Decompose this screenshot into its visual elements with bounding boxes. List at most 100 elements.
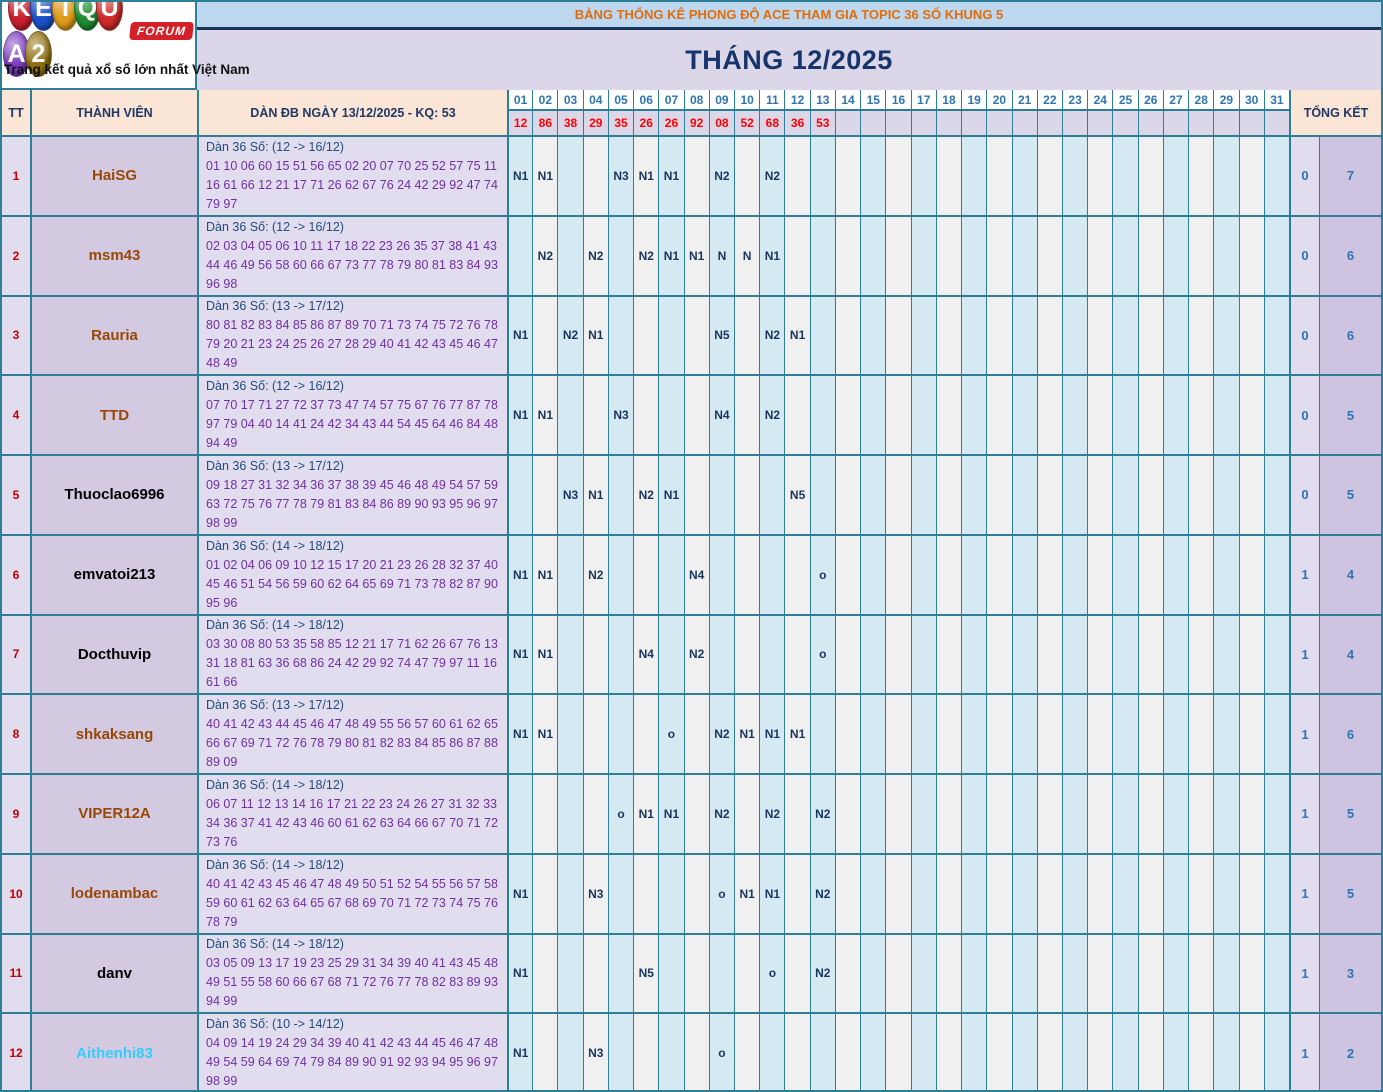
mark-day-08: N1	[683, 214, 709, 295]
mark-day-06	[633, 852, 659, 933]
mark-day-04	[582, 374, 608, 454]
total-win-count: 5	[1319, 454, 1381, 534]
mark-day-27	[1162, 773, 1189, 853]
mark-day-03: N3	[557, 454, 583, 534]
day-number: 25	[1113, 90, 1138, 111]
mark-day-19	[961, 1012, 987, 1090]
mark-day-27	[1162, 1012, 1189, 1090]
row-index: 8	[2, 693, 30, 773]
mark-day-26	[1137, 852, 1163, 933]
mark-day-09: o	[708, 852, 735, 933]
mark-day-18	[935, 613, 962, 694]
mark-day-02: N1	[532, 135, 558, 215]
day-number: 15	[861, 90, 886, 111]
mark-day-29	[1213, 135, 1239, 215]
day-number: 16	[886, 90, 911, 111]
mark-day-01: N1	[507, 932, 533, 1013]
mark-day-18	[935, 852, 962, 933]
mark-day-25	[1112, 374, 1138, 454]
mark-day-13: N2	[809, 852, 835, 933]
mark-day-29	[1213, 214, 1239, 295]
header-day-25: 25	[1112, 90, 1138, 135]
mark-day-05	[607, 294, 634, 375]
mark-day-10	[734, 135, 760, 215]
mark-day-04: N3	[582, 1012, 608, 1090]
mark-day-03	[557, 613, 583, 694]
mark-day-14	[834, 852, 861, 933]
mark-day-02	[532, 454, 558, 534]
row-index: 11	[2, 932, 30, 1013]
day-number: 06	[634, 90, 659, 111]
mark-day-21	[1011, 1012, 1037, 1090]
mark-day-09: N2	[708, 135, 735, 215]
row-index: 3	[2, 294, 30, 375]
day-result	[1264, 111, 1289, 135]
mark-day-01: N1	[507, 1012, 533, 1090]
total-miss-count: 1	[1289, 932, 1319, 1013]
member-name: shkaksang	[30, 693, 197, 773]
mark-day-17	[910, 932, 936, 1013]
mark-day-21	[1011, 852, 1037, 933]
day-number: 07	[659, 90, 684, 111]
mark-day-21	[1011, 932, 1037, 1013]
day-number: 31	[1264, 90, 1289, 111]
mark-day-22	[1036, 214, 1062, 295]
mark-day-03	[557, 214, 583, 295]
mark-day-08	[683, 454, 709, 534]
mark-day-28	[1188, 693, 1214, 773]
dan-title: Dàn 36 Số: (12 -> 16/12)	[206, 219, 344, 234]
day-number: 30	[1239, 90, 1264, 111]
mark-day-26	[1137, 773, 1163, 853]
dan-cell: Dàn 36 Số: (13 -> 17/12) 09 18 27 31 32 3…	[197, 454, 507, 534]
mark-day-11: N2	[759, 773, 785, 853]
mark-day-25	[1112, 773, 1138, 853]
mark-day-15	[860, 454, 886, 534]
mark-day-05	[607, 852, 634, 933]
dan-title: Dàn 36 Số: (14 -> 18/12)	[206, 538, 344, 553]
header-total: TỔNG KẾT	[1289, 90, 1381, 135]
mark-day-12: N1	[784, 294, 810, 375]
total-win-count: 3	[1319, 932, 1381, 1013]
mark-day-18	[935, 214, 962, 295]
total-win-count: 6	[1319, 214, 1381, 295]
header-day-18: 18	[935, 90, 962, 135]
mark-day-20	[986, 613, 1012, 694]
member-name: Aithenhi83	[30, 1012, 197, 1090]
mark-day-23	[1061, 533, 1088, 614]
header-day-01: 01 12	[507, 90, 533, 135]
mark-day-22	[1036, 852, 1062, 933]
day-result	[835, 111, 861, 135]
total-miss-count: 1	[1289, 852, 1319, 933]
row-index: 10	[2, 852, 30, 933]
member-name: lodenambac	[30, 852, 197, 933]
mark-day-10	[734, 773, 760, 853]
mark-day-13	[809, 1012, 835, 1090]
mark-day-08	[683, 852, 709, 933]
mark-day-09: o	[708, 1012, 735, 1090]
mark-day-18	[935, 374, 962, 454]
mark-day-07	[658, 374, 684, 454]
mark-day-12	[784, 533, 810, 614]
mark-day-20	[986, 294, 1012, 375]
dan-cell: Dàn 36 Số: (14 -> 18/12) 03 05 09 13 17 1…	[197, 932, 507, 1013]
mark-day-14	[834, 294, 861, 375]
mark-day-19	[961, 932, 987, 1013]
mark-day-01: N1	[507, 294, 533, 375]
row-index: 7	[2, 613, 30, 694]
dan-title: Dàn 36 Số: (14 -> 18/12)	[206, 937, 344, 952]
day-result	[1113, 111, 1138, 135]
mark-day-10	[734, 374, 760, 454]
mark-day-12	[784, 214, 810, 295]
mark-day-06: N2	[633, 214, 659, 295]
mark-day-04: N3	[582, 852, 608, 933]
day-number: 28	[1189, 90, 1214, 111]
mark-day-24	[1087, 135, 1113, 215]
mark-day-26	[1137, 135, 1163, 215]
mark-day-03	[557, 852, 583, 933]
mark-day-31	[1263, 1012, 1289, 1090]
mark-day-31	[1263, 294, 1289, 375]
mark-day-19	[961, 214, 987, 295]
dan-numbers: 03 05 09 13 17 19 23 25 29 31 34 39 40 4…	[206, 956, 498, 1009]
mark-day-27	[1162, 374, 1189, 454]
mark-day-17	[910, 852, 936, 933]
